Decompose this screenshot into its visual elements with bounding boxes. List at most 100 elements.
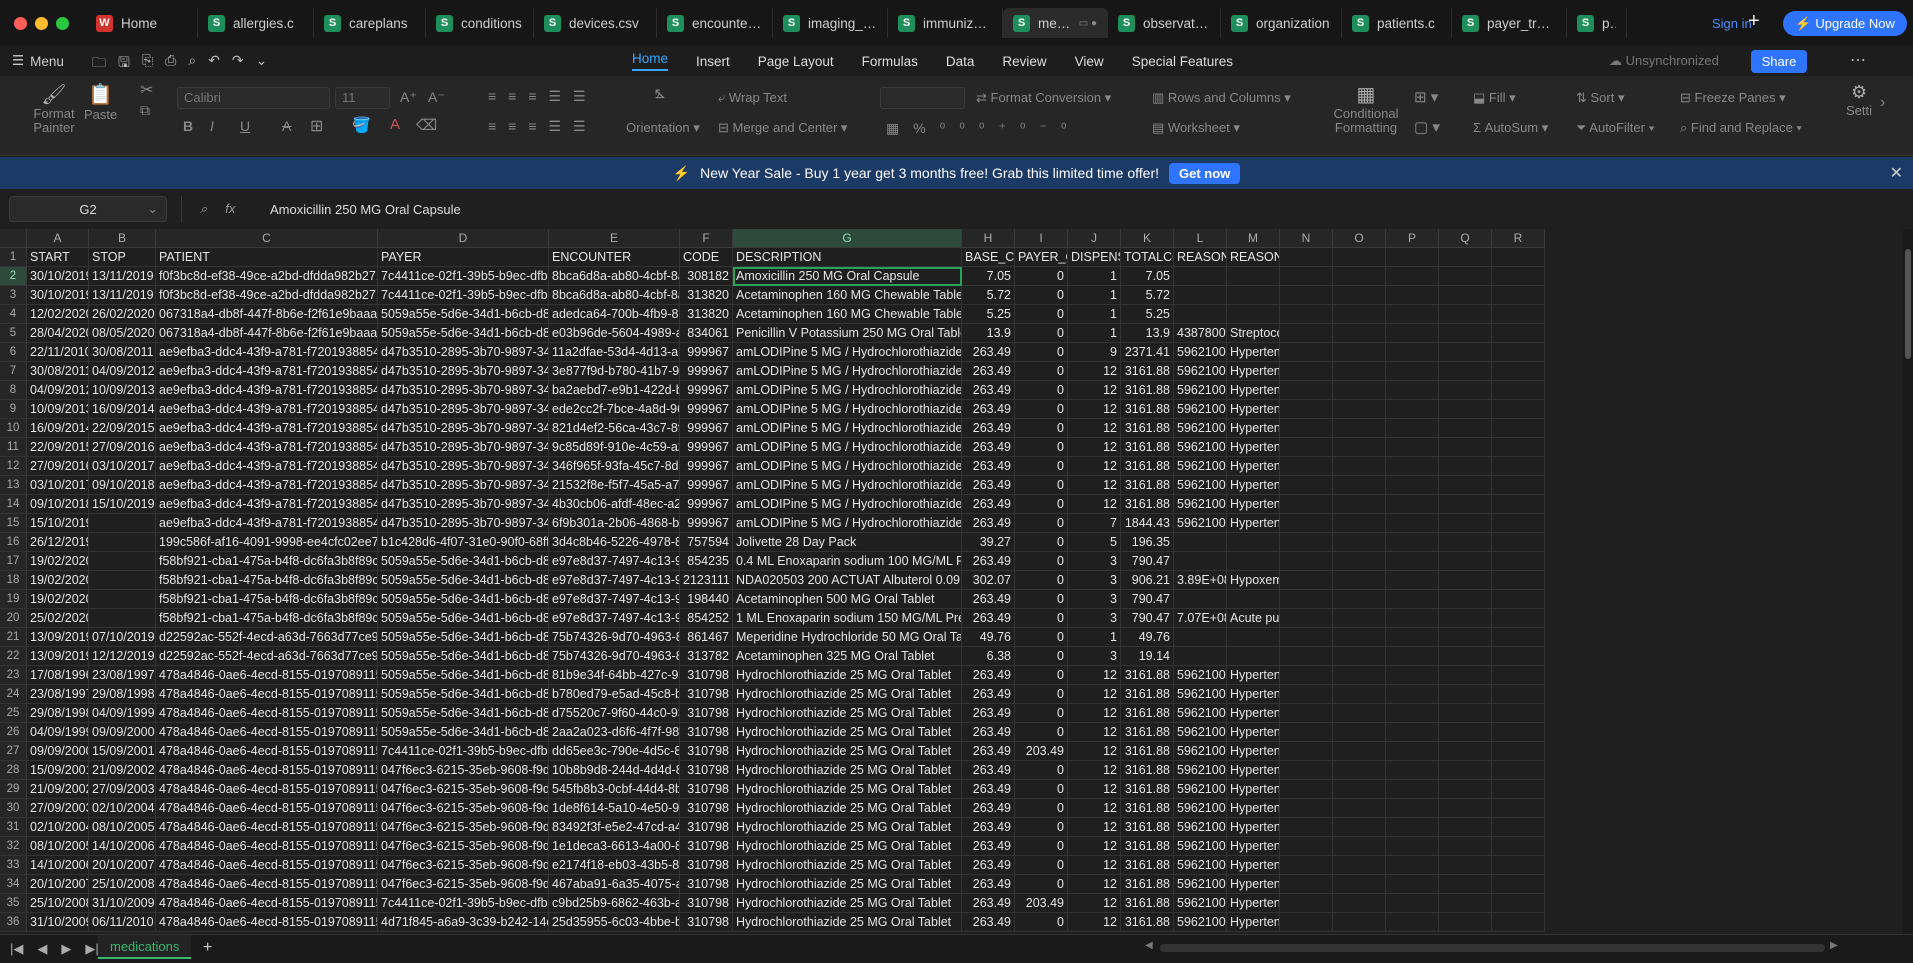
number-format-icons[interactable]: ▦%⁰⁰⁰⁺⁰⁻⁰ (886, 120, 1081, 137)
grid-cell[interactable]: 0 (1015, 495, 1068, 514)
grid-cell[interactable]: 1844.43 (1121, 514, 1174, 533)
doc-tab[interactable]: W Home (86, 8, 198, 38)
grid-cell[interactable]: 59621000 (1174, 362, 1227, 381)
formula-input[interactable]: Amoxicillin 250 MG Oral Capsule (181, 196, 1905, 222)
grid-cell[interactable]: 03/10/2017 (89, 457, 156, 476)
grid-cell[interactable]: 0 (1015, 419, 1068, 438)
row-header[interactable]: 3 (0, 286, 27, 305)
grid-cell[interactable]: 20/10/2007 (89, 856, 156, 875)
grid-cell[interactable] (1386, 419, 1439, 438)
grid-cell[interactable]: 047f6ec3-6215-35eb-9608-f9dda3 (378, 761, 549, 780)
autofilter-button[interactable]: ⏷ AutoFilter ▾ (1576, 120, 1655, 136)
clear-format-icon[interactable]: ⌫ (416, 116, 437, 134)
grid-cell[interactable]: d47b3510-2895-3b70-9897-342d6 (378, 381, 549, 400)
row-header[interactable]: 14 (0, 495, 27, 514)
copy-icon[interactable]: ⧉ (140, 102, 150, 119)
grid-cell[interactable]: 59621000 (1174, 894, 1227, 913)
grid-cell[interactable]: Hypertension (1227, 381, 1280, 400)
grid-cell[interactable] (1439, 419, 1492, 438)
grid-cell[interactable]: 75b74326-9d70-4963-8f4c (549, 647, 680, 666)
grid-cell[interactable]: 854235 (680, 552, 733, 571)
column-header[interactable]: D (378, 229, 549, 248)
grid-cell[interactable]: 12 (1068, 419, 1121, 438)
grid-cell[interactable]: amLODIPine 5 MG / Hydrochlorothiazide 12… (733, 495, 962, 514)
grid-cell[interactable]: 9 (1068, 343, 1121, 362)
grid-cell[interactable] (1492, 324, 1545, 343)
grid-cell[interactable]: Hypertension (1227, 438, 1280, 457)
grid-cell[interactable]: 5059a55e-5d6e-34d1-b6cb-d83d1 (378, 305, 549, 324)
grid-cell[interactable]: Hypertension (1227, 894, 1280, 913)
grid-cell[interactable]: 19/02/2020 (27, 552, 89, 571)
grid-cell[interactable] (1386, 742, 1439, 761)
grid-cell[interactable]: 263.49 (962, 723, 1015, 742)
grid-cell[interactable]: 0 (1015, 704, 1068, 723)
grid-cell[interactable]: 263.49 (962, 343, 1015, 362)
grid-cell[interactable]: amLODIPine 5 MG / Hydrochlorothiazide 12… (733, 400, 962, 419)
grid-cell[interactable]: 08/05/2020 (89, 324, 156, 343)
grid-cell[interactable] (1280, 362, 1333, 381)
grid-cell[interactable]: f58bf921-cba1-475a-b4f8-dc6fa3b8f89c (156, 590, 378, 609)
column-header[interactable]: C (156, 229, 378, 248)
grid-cell[interactable]: 0 (1015, 533, 1068, 552)
grid-cell[interactable]: 263.49 (962, 495, 1015, 514)
grid-cell[interactable]: 0 (1015, 780, 1068, 799)
grid-cell[interactable]: 04/09/2012 (89, 362, 156, 381)
grid-cell[interactable]: 5059a55e-5d6e-34d1-b6cb-d83d1 (378, 571, 549, 590)
grid-cell[interactable]: 478a4846-0ae6-4ecd-8155-019708911526 (156, 856, 378, 875)
grid-cell[interactable]: 08/10/2005 (89, 818, 156, 837)
grid-cell[interactable]: 19/02/2020 (27, 590, 89, 609)
grid-cell[interactable]: 5.72 (962, 286, 1015, 305)
grid-cell[interactable] (1386, 666, 1439, 685)
grid-cell[interactable]: 0 (1015, 343, 1068, 362)
grid-cell[interactable] (1386, 704, 1439, 723)
freeze-panes-button[interactable]: ⊟ Freeze Panes ▾ (1680, 90, 1786, 106)
grid-cell[interactable]: 12 (1068, 799, 1121, 818)
grid-cell[interactable]: 313782 (680, 647, 733, 666)
ribbon-tab[interactable]: Page Layout (758, 54, 834, 69)
grid-cell[interactable]: 3 (1068, 590, 1121, 609)
grid-cell[interactable]: 13/11/2019 (89, 267, 156, 286)
grid-cell[interactable] (1439, 381, 1492, 400)
grid-cell[interactable]: 12 (1068, 457, 1121, 476)
grid-cell[interactable] (1439, 514, 1492, 533)
grid-cell[interactable]: 16/09/2014 (27, 419, 89, 438)
grid-cell[interactable]: Penicillin V Potassium 250 MG Oral Table… (733, 324, 962, 343)
grid-cell[interactable]: 0 (1015, 647, 1068, 666)
grid-cell[interactable]: 308182 (680, 267, 733, 286)
tab-status-icon[interactable]: ▭ ● (1079, 18, 1097, 29)
grid-cell[interactable] (1439, 324, 1492, 343)
column-header[interactable]: J (1068, 229, 1121, 248)
grid-cell[interactable] (1386, 723, 1439, 742)
grid-cell[interactable] (1386, 761, 1439, 780)
grid-cell[interactable]: 263.49 (962, 590, 1015, 609)
grid-cell[interactable] (1386, 495, 1439, 514)
spreadsheet-grid[interactable]: ABCDEFGHIJKLMNOPQR 1 START STOP PATIENT PAYE… (0, 229, 1913, 934)
grid-cell[interactable]: Hydrochlorothiazide 25 MG Oral Tablet (733, 685, 962, 704)
grid-cell[interactable]: amLODIPine 5 MG / Hydrochlorothiazide 12… (733, 343, 962, 362)
grid-cell[interactable]: dd65ee3c-790e-4d5c-81a (549, 742, 680, 761)
grid-cell[interactable]: 0 (1015, 837, 1068, 856)
grid-cell[interactable] (1227, 533, 1280, 552)
row-header[interactable]: 24 (0, 685, 27, 704)
row-header[interactable]: 29 (0, 780, 27, 799)
row-header[interactable]: 13 (0, 476, 27, 495)
grid-cell[interactable]: 7c4411ce-02f1-39b5-b9ec-dfbea9 (378, 894, 549, 913)
doc-tab[interactable]: Spay (1567, 8, 1627, 38)
grid-cell[interactable] (1386, 476, 1439, 495)
last-sheet-icon[interactable]: ▶| (85, 941, 98, 957)
doc-tab[interactable]: Sorganization (1221, 8, 1342, 38)
grid-cell[interactable]: 5059a55e-5d6e-34d1-b6cb-d83d1 (378, 628, 549, 647)
grid-cell[interactable] (1492, 818, 1545, 837)
grid-cell[interactable]: amLODIPine 5 MG / Hydrochlorothiazide 12… (733, 457, 962, 476)
grid-cell[interactable]: 3161.88 (1121, 780, 1174, 799)
grid-cell[interactable]: 59621000 (1174, 761, 1227, 780)
conditional-formatting-button[interactable]: ▦ Conditional Formatting (1328, 82, 1404, 135)
row-header[interactable]: 6 (0, 343, 27, 362)
grid-cell[interactable]: d47b3510-2895-3b70-9897-342d6 (378, 419, 549, 438)
wrap-text-button[interactable]: ⤶ Wrap Text (718, 90, 787, 106)
grid-cell[interactable]: 59621000 (1174, 343, 1227, 362)
grid-cell[interactable]: 478a4846-0ae6-4ecd-8155-019708911526 (156, 837, 378, 856)
column-header[interactable]: Q (1439, 229, 1492, 248)
grid-cell[interactable]: 15/10/2019 (89, 495, 156, 514)
row-header[interactable]: 27 (0, 742, 27, 761)
